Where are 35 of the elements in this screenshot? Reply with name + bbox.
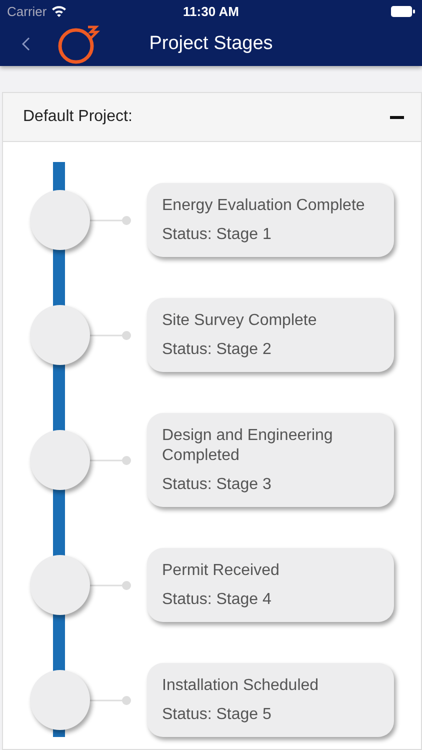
stage-status: Status: Stage 2 — [162, 341, 272, 359]
connector-line — [90, 216, 131, 224]
battery-icon — [391, 6, 415, 16]
screen-title: Project Stages — [149, 33, 273, 54]
minus-icon — [390, 116, 404, 118]
ring-logo-icon — [58, 23, 102, 65]
stage-title: Design and Engineering Completed — [162, 426, 334, 466]
project-name: Default Project: — [23, 108, 132, 126]
stage-card[interactable]: Installation Scheduled Status: Stage 5 — [147, 663, 394, 737]
stage-title: Energy Evaluation Complete — [162, 196, 366, 216]
stage-node — [30, 190, 90, 250]
stage-card[interactable]: Energy Evaluation Complete Status: Stage 1 — [147, 183, 394, 257]
stage-status: Status: Stage 5 — [162, 706, 272, 724]
stage-card[interactable]: Site Survey Complete Status: Stage 2 — [147, 298, 394, 372]
status-time: 11:30 AM — [183, 4, 239, 18]
back-button[interactable] — [20, 35, 32, 53]
wifi-icon — [50, 5, 67, 17]
stage-node — [30, 555, 90, 615]
connector-line — [90, 580, 131, 590]
connector-line — [90, 696, 131, 704]
stage-status: Status: Stage 1 — [162, 226, 272, 244]
carrier-label: Carrier — [7, 4, 47, 18]
connector-line — [90, 330, 131, 340]
stage-title: Permit Received — [162, 561, 280, 581]
stage-title: Installation Scheduled — [162, 676, 320, 696]
stage-status: Status: Stage 3 — [162, 476, 272, 494]
stage-card[interactable]: Permit Received Status: Stage 4 — [147, 548, 394, 622]
stage-node — [30, 430, 90, 490]
stage-node — [30, 670, 90, 730]
stage-title: Site Survey Complete — [162, 311, 318, 331]
stage-card[interactable]: Design and Engineering Completed Status: Stage 3 — [147, 413, 394, 507]
stage-status: Status: Stage 4 — [162, 591, 272, 609]
stage-node — [30, 305, 90, 365]
connector-line — [90, 456, 131, 464]
project-header[interactable]: Default Project: — [3, 93, 421, 142]
